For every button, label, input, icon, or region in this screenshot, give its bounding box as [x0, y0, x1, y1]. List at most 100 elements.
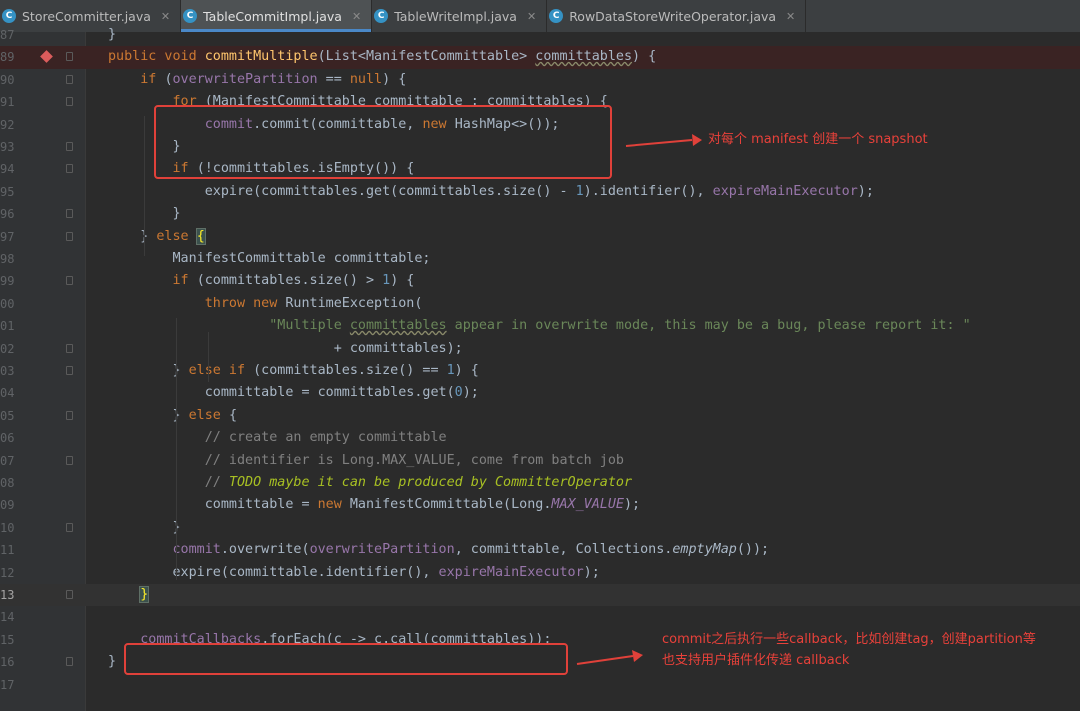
arrow-icon: [625, 134, 702, 147]
line-number: 96: [0, 207, 15, 222]
breakpoint-icon[interactable]: [40, 50, 53, 64]
fold-marker-icon[interactable]: [66, 590, 73, 599]
close-icon[interactable]: ✕: [161, 10, 170, 23]
class-icon: C: [549, 9, 564, 23]
line-number: 17: [0, 677, 15, 692]
code-line[interactable]: 14: [0, 606, 1080, 628]
line-number: 09: [0, 498, 15, 513]
code-text: }: [108, 27, 117, 42]
code-line[interactable]: 03 } else if (committables.size() == 1) …: [0, 360, 1080, 382]
code-text: // identifier is Long.MAX_VALUE, come fr…: [204, 452, 624, 468]
annotation-box-callbacks: [124, 643, 568, 675]
annotation-note-callback-2: 也支持用户插件化传递 callback: [662, 653, 850, 668]
code-line[interactable]: 98 ManifestCommittable committable;: [0, 248, 1080, 270]
code-text: ManifestCommittable committable;: [108, 251, 431, 266]
close-icon[interactable]: ✕: [527, 10, 536, 23]
line-number: 94: [0, 162, 15, 177]
line-number: 97: [0, 229, 15, 244]
line-number: 95: [0, 184, 15, 199]
code-text: // TODO maybe it can be produced by Comm…: [204, 475, 633, 490]
line-number: 98: [0, 252, 15, 266]
code-text: "Multiple committables appear in overwri…: [269, 318, 971, 334]
code-text: + committables);: [108, 340, 463, 356]
fold-marker-icon[interactable]: [66, 97, 73, 107]
line-number: 91: [0, 95, 15, 110]
line-number: 13: [0, 588, 15, 602]
line-number: 87: [0, 28, 15, 42]
code-line[interactable]: 87}: [0, 24, 1080, 46]
fold-marker-icon[interactable]: [66, 209, 73, 219]
code-text: if (overwritePartition == null) {: [140, 71, 407, 87]
line-number: 89: [0, 50, 15, 65]
code-text: }: [139, 586, 150, 603]
arrow-icon: [576, 650, 643, 665]
code-line[interactable]: 13 }: [0, 584, 1080, 607]
line-number: 11: [0, 543, 15, 558]
code-line[interactable]: 89 public void commitMultiple(List<Manife…: [0, 46, 1080, 69]
code-line[interactable]: 06 // create an empty committable: [0, 427, 1080, 449]
fold-marker-icon[interactable]: [66, 276, 73, 286]
code-line[interactable]: 99 if (committables.size() > 1) {: [0, 270, 1080, 292]
close-icon[interactable]: ✕: [786, 10, 795, 23]
line-number: 05: [0, 408, 15, 423]
annotation-note-callback-1: commit之后执行一些callback，比如创建tag，创建partition…: [662, 632, 1036, 647]
tab-label: StoreCommitter.java: [22, 8, 151, 24]
tab-label: TableWriteImpl.java: [394, 8, 517, 24]
code-line[interactable]: 00 throw new RuntimeException(: [0, 293, 1080, 315]
code-line[interactable]: 01 "Multiple committables appear in over…: [0, 315, 1080, 337]
code-text: if (committables.size() > 1) {: [172, 273, 415, 289]
close-icon[interactable]: ✕: [352, 10, 361, 23]
code-line[interactable]: 96 }: [0, 203, 1080, 225]
line-number: 06: [0, 431, 15, 446]
code-line[interactable]: 12 expire(committable.identifier(), expi…: [0, 562, 1080, 584]
code-line[interactable]: 07 // identifier is Long.MAX_VALUE, come…: [0, 450, 1080, 472]
class-icon: C: [183, 9, 198, 23]
code-text: }: [108, 654, 117, 670]
line-number: 16: [0, 655, 15, 670]
line-number: 99: [0, 274, 15, 289]
fold-marker-icon[interactable]: [66, 657, 73, 667]
fold-marker-icon[interactable]: [66, 343, 73, 353]
code-line[interactable]: 02 + committables);: [0, 338, 1080, 360]
fold-marker-icon[interactable]: [66, 164, 73, 174]
code-line[interactable]: 11 commit.overwrite(overwritePartition, …: [0, 539, 1080, 561]
code-line[interactable]: 08 // TODO maybe it can be produced by C…: [0, 472, 1080, 494]
code-line[interactable]: 90 if (overwritePartition == null) {: [0, 69, 1080, 91]
fold-marker-icon[interactable]: [66, 142, 73, 151]
code-text: // create an empty committable: [204, 430, 447, 446]
line-number: 00: [0, 296, 15, 311]
code-text: commit.overwrite(overwritePartition, com…: [172, 542, 770, 558]
code-text: } else if (committables.size() == 1) {: [108, 363, 479, 378]
fold-marker-icon[interactable]: [66, 52, 73, 62]
line-number: 07: [0, 453, 15, 468]
code-line[interactable]: 17: [0, 674, 1080, 696]
fold-marker-icon[interactable]: [66, 455, 73, 465]
code-text: public void commitMultiple(List<Manifest…: [108, 49, 657, 65]
code-line[interactable]: 95 expire(committables.get(committables.…: [0, 181, 1080, 203]
code-text: }: [108, 519, 181, 535]
code-text: throw new RuntimeException(: [204, 295, 423, 311]
code-line[interactable]: 04 committable = committables.get(0);: [0, 382, 1080, 404]
code-text: expire(committables.get(committables.siz…: [108, 183, 874, 199]
fold-marker-icon[interactable]: [66, 231, 73, 241]
code-line[interactable]: 97 } else {: [0, 226, 1080, 248]
line-number: 93: [0, 140, 15, 154]
indent-guide: [176, 318, 177, 580]
code-text: committable = committables.get(0);: [108, 385, 479, 401]
fold-marker-icon[interactable]: [66, 410, 73, 420]
line-number: 03: [0, 364, 15, 378]
code-line[interactable]: 09 committable = new ManifestCommittable…: [0, 494, 1080, 516]
line-number: 08: [0, 476, 15, 490]
fold-marker-icon[interactable]: [66, 522, 73, 532]
indent-guide: [208, 332, 209, 382]
code-line[interactable]: 10 }: [0, 517, 1080, 539]
line-number: 04: [0, 386, 15, 401]
class-icon: C: [2, 9, 16, 23]
line-number: 90: [0, 72, 15, 87]
fold-marker-icon[interactable]: [66, 366, 73, 375]
fold-marker-icon[interactable]: [66, 74, 73, 84]
tab-label: RowDataStoreWriteOperator.java: [569, 8, 777, 24]
code-line[interactable]: 05 } else {: [0, 405, 1080, 427]
line-number: 92: [0, 117, 15, 132]
code-text: } else {: [108, 227, 206, 245]
